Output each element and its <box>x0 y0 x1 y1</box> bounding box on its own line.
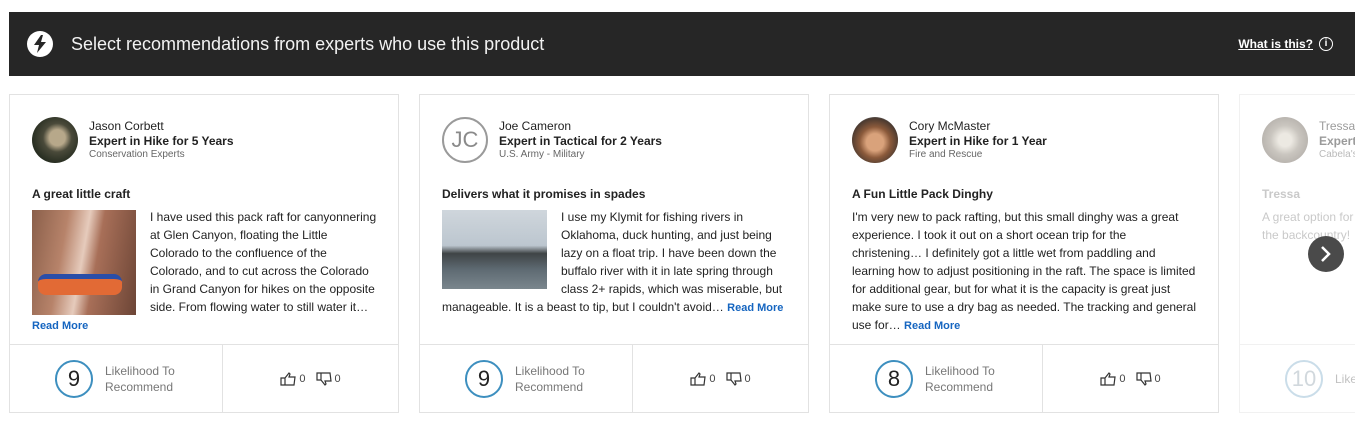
author-block: JC Joe Cameron Expert in Tactical for 2 … <box>442 117 662 163</box>
lightning-bolt-icon <box>27 31 53 57</box>
review-body: I use my Klymit for fishing rivers in Ok… <box>442 208 787 317</box>
likelihood-label: Like Rec <box>1335 371 1355 386</box>
card-footer: 8 Likelihood To Recommend 0 0 <box>830 344 1218 412</box>
info-icon[interactable]: i <box>1319 37 1333 51</box>
thumbs-up-icon <box>690 371 707 386</box>
avatar-initials: JC <box>442 117 488 163</box>
review-text: A great option for the backcountry! <box>1262 210 1354 242</box>
avatar <box>1262 117 1308 163</box>
author-organization: Fire and Rescue <box>909 148 983 160</box>
recommendation-card: Cory McMaster Expert in Hike for 1 Year … <box>829 94 1219 413</box>
avatar <box>852 117 898 163</box>
thumbs-down-icon <box>315 371 332 386</box>
thumbs-down-icon <box>1135 371 1152 386</box>
what-is-this-link[interactable]: What is this? <box>1238 37 1313 51</box>
author-organization: Cabela's <box>1319 148 1355 160</box>
expert-years: Expert in Tactical for 2 Years <box>499 133 662 148</box>
read-more-link[interactable]: Read More <box>727 302 783 314</box>
review-title: A great little craft <box>32 187 131 201</box>
card-footer: 10 Like Rec <box>1240 344 1355 412</box>
author-name: Joe Cameron <box>499 118 572 133</box>
card-footer: 9 Likelihood To Recommend 0 0 <box>420 344 808 412</box>
unhelpful-count: 0 <box>1154 372 1161 385</box>
read-more-link[interactable]: Read More <box>32 320 88 332</box>
recommend-score: 9 <box>465 359 503 398</box>
review-photo[interactable] <box>442 210 547 289</box>
review-photo[interactable] <box>32 210 136 315</box>
author-organization: U.S. Army - Military <box>499 148 585 160</box>
expert-years: Expert in Hike for 1 Year <box>909 133 1047 148</box>
author-block: Tressa Expert Cabela's <box>1262 117 1355 163</box>
review-title: Delivers what it promises in spades <box>442 187 646 201</box>
thumbs-up-icon <box>1100 371 1117 386</box>
helpful-count: 0 <box>299 372 306 385</box>
avatar <box>32 117 78 163</box>
review-title: Tressa <box>1262 187 1301 201</box>
author-block: Jason Corbett Expert in Hike for 5 Years… <box>32 117 234 163</box>
unhelpful-vote-button[interactable]: 0 <box>725 371 751 386</box>
card-footer: 9 Likelihood To Recommend 0 0 <box>10 344 398 412</box>
review-title: A Fun Little Pack Dinghy <box>852 187 993 201</box>
author-organization: Conservation Experts <box>89 148 185 160</box>
helpful-vote-button[interactable]: 0 <box>1100 371 1126 386</box>
review-text: I'm very new to pack rafting, but this s… <box>852 210 1196 332</box>
recommend-score: 8 <box>875 359 913 398</box>
recommend-score: 10 <box>1285 359 1323 398</box>
author-name: Jason Corbett <box>89 118 164 133</box>
likelihood-label: Likelihood To Recommend <box>105 363 175 394</box>
chevron-right-icon <box>1321 246 1331 262</box>
banner-title: Select recommendations from experts who … <box>71 33 545 54</box>
read-more-link[interactable]: Read More <box>904 320 960 332</box>
author-name: Tressa <box>1319 118 1355 133</box>
helpful-vote-button[interactable]: 0 <box>690 371 716 386</box>
unhelpful-vote-button[interactable]: 0 <box>315 371 341 386</box>
helpful-count: 0 <box>709 372 716 385</box>
author-name: Cory McMaster <box>909 118 991 133</box>
expert-years: Expert in Hike for 5 Years <box>89 133 234 148</box>
helpful-count: 0 <box>1119 372 1126 385</box>
expert-years: Expert <box>1319 133 1355 148</box>
expert-banner: Select recommendations from experts who … <box>9 12 1355 76</box>
thumbs-down-icon <box>725 371 742 386</box>
likelihood-label: Likelihood To Recommend <box>925 363 995 394</box>
review-text: I have used this pack raft for canyonner… <box>150 210 377 314</box>
recommendation-card: JC Joe Cameron Expert in Tactical for 2 … <box>419 94 809 413</box>
thumbs-up-icon <box>280 371 297 386</box>
unhelpful-count: 0 <box>334 372 341 385</box>
recommendation-carousel: Jason Corbett Expert in Hike for 5 Years… <box>0 94 1355 414</box>
review-body: I have used this pack raft for canyonner… <box>32 208 377 335</box>
unhelpful-vote-button[interactable]: 0 <box>1135 371 1161 386</box>
carousel-next-button[interactable] <box>1308 236 1344 272</box>
recommendation-card: Jason Corbett Expert in Hike for 5 Years… <box>9 94 399 413</box>
likelihood-label: Likelihood To Recommend <box>515 363 585 394</box>
unhelpful-count: 0 <box>744 372 751 385</box>
author-block: Cory McMaster Expert in Hike for 1 Year … <box>852 117 1047 163</box>
review-body: A great option for the backcountry! <box>1262 208 1355 244</box>
helpful-vote-button[interactable]: 0 <box>280 371 306 386</box>
recommend-score: 9 <box>55 359 93 398</box>
review-body: I'm very new to pack rafting, but this s… <box>852 208 1197 335</box>
